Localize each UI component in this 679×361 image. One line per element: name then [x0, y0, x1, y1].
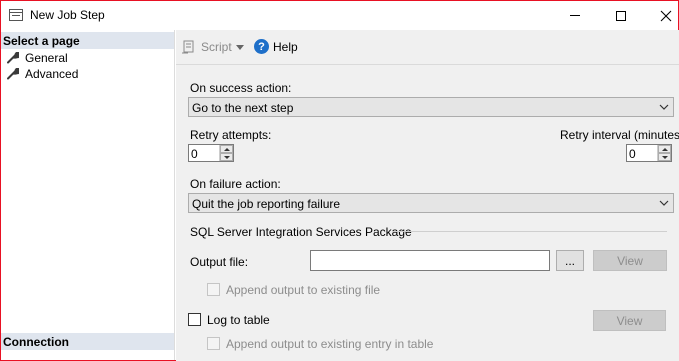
on-success-label: On success action: — [190, 81, 292, 95]
retry-interval-value: 0 — [629, 147, 636, 161]
view-log-button[interactable]: View — [593, 310, 666, 331]
script-button[interactable]: Script — [182, 40, 232, 54]
retry-attempts-arrows — [219, 145, 233, 161]
advanced-page-pane: Script ? Help On success action: Go to t… — [176, 30, 679, 361]
ssis-group-divider — [394, 231, 667, 232]
connection-header: Connection — [1, 333, 174, 350]
window-title: New Job Step — [30, 8, 105, 22]
browse-button[interactable]: ... — [556, 250, 584, 271]
retry-interval-arrows — [657, 145, 671, 161]
chevron-down-icon — [659, 104, 669, 110]
title-bar: New Job Step — [1, 1, 678, 30]
spin-down-icon[interactable] — [658, 153, 671, 161]
output-file-label: Output file: — [190, 255, 249, 269]
script-label: Script — [201, 40, 232, 54]
append-output-checkbox[interactable] — [207, 283, 220, 296]
script-icon — [182, 40, 194, 54]
on-failure-value: Quit the job reporting failure — [192, 197, 341, 211]
advanced-form: On success action: Go to the next step R… — [176, 66, 679, 361]
close-icon — [660, 10, 672, 21]
select-page-header: Select a page — [1, 32, 174, 49]
retry-interval-stepper[interactable]: 0 — [626, 144, 672, 162]
close-button[interactable] — [643, 1, 679, 30]
nav-item-general-label: General — [25, 51, 68, 65]
append-output-label: Append output to existing file — [226, 283, 381, 297]
help-icon: ? — [254, 39, 269, 54]
help-button[interactable]: ? Help — [254, 39, 298, 54]
append-entry-checkbox[interactable] — [207, 337, 220, 350]
maximize-button[interactable] — [598, 1, 644, 30]
ssis-group-label: SQL Server Integration Services Package — [190, 225, 412, 239]
maximize-icon — [616, 10, 626, 21]
spin-up-icon[interactable] — [658, 145, 671, 153]
on-failure-label: On failure action: — [190, 177, 281, 191]
minimize-icon — [570, 15, 580, 16]
page-selector-pane: Select a page General Advanced Connectio… — [1, 30, 175, 360]
log-to-table-label: Log to table — [207, 313, 270, 327]
spin-up-icon[interactable] — [220, 145, 233, 153]
wrench-icon — [7, 52, 19, 64]
log-to-table-checkbox[interactable] — [188, 313, 201, 326]
append-entry-label: Append output to existing entry in table — [226, 337, 434, 351]
script-dropdown-caret-icon[interactable] — [236, 45, 244, 50]
retry-interval-label: Retry interval (minutes): — [560, 128, 679, 142]
retry-attempts-value: 0 — [191, 147, 198, 161]
toolbar: Script ? Help — [176, 30, 679, 65]
view-output-button[interactable]: View — [593, 250, 667, 271]
nav-item-advanced[interactable]: Advanced — [7, 66, 78, 82]
window-icon — [9, 9, 23, 21]
nav-item-general[interactable]: General — [7, 50, 68, 66]
wrench-icon — [7, 68, 19, 80]
nav-item-advanced-label: Advanced — [25, 67, 79, 81]
minimize-button[interactable] — [552, 1, 598, 30]
retry-attempts-label: Retry attempts: — [190, 128, 272, 142]
spin-down-icon[interactable] — [220, 153, 233, 161]
on-success-action-select[interactable]: Go to the next step — [188, 97, 674, 117]
retry-attempts-stepper[interactable]: 0 — [188, 144, 234, 162]
output-file-input[interactable] — [310, 250, 550, 271]
help-label: Help — [273, 39, 298, 54]
on-success-value: Go to the next step — [192, 101, 294, 115]
chevron-down-icon — [659, 200, 669, 206]
on-failure-action-select[interactable]: Quit the job reporting failure — [188, 193, 674, 213]
new-job-step-window: New Job Step Select a page General Advan… — [0, 0, 679, 361]
